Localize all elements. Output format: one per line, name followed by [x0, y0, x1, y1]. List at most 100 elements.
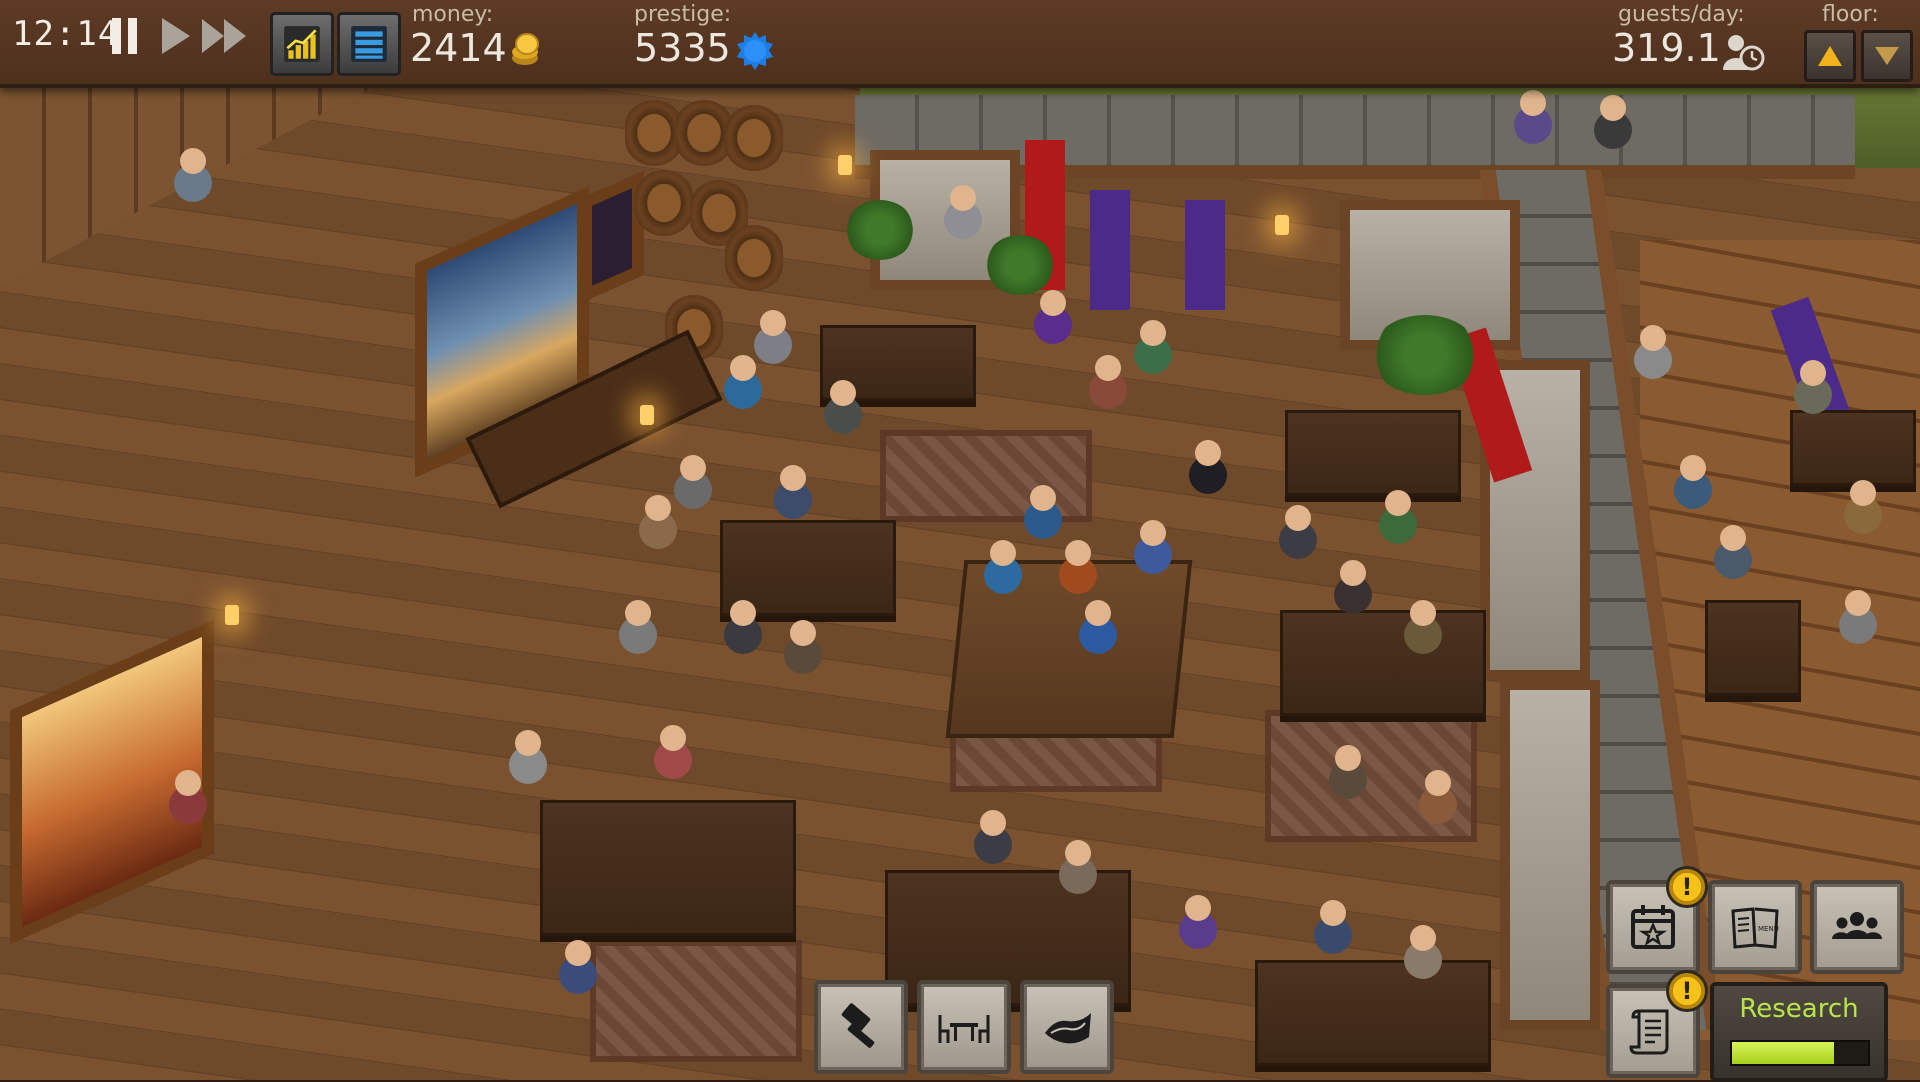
- events-alert-icon: !: [1666, 866, 1708, 908]
- window: [1500, 680, 1600, 1030]
- table: [540, 800, 796, 936]
- prestige-badge-icon: [737, 32, 773, 70]
- guest[interactable]: [1385, 490, 1411, 516]
- guest[interactable]: [1340, 560, 1366, 586]
- barrel: [635, 170, 693, 236]
- bard[interactable]: [1065, 540, 1091, 566]
- table: [1285, 410, 1461, 496]
- guest[interactable]: [730, 355, 756, 381]
- potted-plant: [845, 200, 915, 260]
- lantern: [640, 405, 654, 425]
- fast-forward-button[interactable]: [200, 16, 248, 56]
- barrel: [725, 105, 783, 171]
- guest[interactable]: [1185, 895, 1211, 921]
- guest[interactable]: [175, 770, 201, 796]
- list-icon: [351, 26, 387, 62]
- menu-book-text: MENU: [1758, 925, 1779, 933]
- statistics-button[interactable]: [270, 12, 334, 76]
- chart-icon: [284, 26, 320, 62]
- guest[interactable]: [780, 465, 806, 491]
- guest[interactable]: [1640, 325, 1666, 351]
- bard[interactable]: [990, 540, 1016, 566]
- table: [1790, 410, 1916, 486]
- guest-clock-icon: [1723, 35, 1765, 71]
- potted-plant: [1370, 315, 1480, 395]
- guest[interactable]: [1520, 90, 1546, 116]
- guest[interactable]: [790, 620, 816, 646]
- money-value: 2414: [410, 26, 507, 70]
- group-people-icon: [1832, 912, 1882, 939]
- build-tool-button[interactable]: [814, 980, 908, 1074]
- guests-per-day-label: guests/day:: [1618, 2, 1745, 27]
- floor-tool-button[interactable]: [1020, 980, 1114, 1074]
- floor-down-button[interactable]: [1861, 30, 1913, 82]
- top-hud: 12:14 money: 2414 prestige: 5335 guests/…: [0, 0, 1920, 88]
- guest[interactable]: [1720, 525, 1746, 551]
- play-icon: [162, 18, 190, 54]
- guest[interactable]: [1320, 900, 1346, 926]
- scroll-icon: [1629, 1009, 1669, 1055]
- fast-forward-icon: [202, 19, 246, 53]
- guest[interactable]: [515, 730, 541, 756]
- guest[interactable]: [1285, 505, 1311, 531]
- purple-curtain: [1090, 190, 1130, 310]
- floor-up-button[interactable]: [1804, 30, 1856, 82]
- guest[interactable]: [1410, 600, 1436, 626]
- list-button[interactable]: [337, 12, 401, 76]
- gold-coin-icon: [512, 33, 539, 65]
- guest[interactable]: [1680, 455, 1706, 481]
- guest[interactable]: [1335, 745, 1361, 771]
- guest[interactable]: [1140, 320, 1166, 346]
- bard[interactable]: [1140, 520, 1166, 546]
- potted-plant: [985, 235, 1055, 295]
- table-chairs-icon: [938, 1015, 990, 1043]
- barrel: [725, 225, 783, 291]
- arrow-up-icon: [1818, 46, 1842, 66]
- staff[interactable]: [680, 455, 706, 481]
- table: [1255, 960, 1491, 1066]
- lantern: [1275, 215, 1289, 235]
- small-painting: [580, 170, 644, 304]
- hammer-icon: [841, 1003, 875, 1048]
- furniture-tool-button[interactable]: [917, 980, 1011, 1074]
- guest[interactable]: [1195, 440, 1221, 466]
- guests-per-day-value: 319.1: [1612, 26, 1721, 70]
- rug: [880, 430, 1092, 522]
- guest[interactable]: [180, 148, 206, 174]
- guest[interactable]: [1850, 480, 1876, 506]
- guest[interactable]: [1845, 590, 1871, 616]
- bard-stage: [945, 560, 1193, 738]
- purple-curtain: [1185, 200, 1225, 310]
- money-label: money:: [412, 2, 494, 27]
- play-button[interactable]: [156, 16, 196, 56]
- prestige-label: prestige:: [634, 2, 732, 27]
- guest[interactable]: [1600, 95, 1626, 121]
- guest[interactable]: [730, 600, 756, 626]
- bard[interactable]: [1030, 485, 1056, 511]
- pause-button[interactable]: [104, 16, 144, 56]
- guest[interactable]: [1065, 840, 1091, 866]
- guest[interactable]: [950, 185, 976, 211]
- staff[interactable]: [660, 725, 686, 751]
- staff[interactable]: [625, 600, 651, 626]
- pause-icon: [111, 18, 137, 54]
- research-label: Research: [1739, 994, 1859, 1024]
- menu-book-icon: MENU: [1731, 907, 1779, 949]
- staff-button[interactable]: [1810, 880, 1904, 974]
- guest[interactable]: [760, 310, 786, 336]
- guest[interactable]: [1040, 290, 1066, 316]
- guest[interactable]: [565, 940, 591, 966]
- guest[interactable]: [830, 380, 856, 406]
- research-button[interactable]: Research: [1710, 982, 1888, 1082]
- table: [1280, 610, 1486, 716]
- guest[interactable]: [1800, 360, 1826, 386]
- guest[interactable]: [1410, 925, 1436, 951]
- menu-button[interactable]: MENU: [1708, 880, 1802, 974]
- calendar-star-icon: [1631, 905, 1675, 949]
- guest[interactable]: [980, 810, 1006, 836]
- bard[interactable]: [1085, 600, 1111, 626]
- table: [1705, 600, 1801, 696]
- guest[interactable]: [1425, 770, 1451, 796]
- guest[interactable]: [1095, 355, 1121, 381]
- staff[interactable]: [645, 495, 671, 521]
